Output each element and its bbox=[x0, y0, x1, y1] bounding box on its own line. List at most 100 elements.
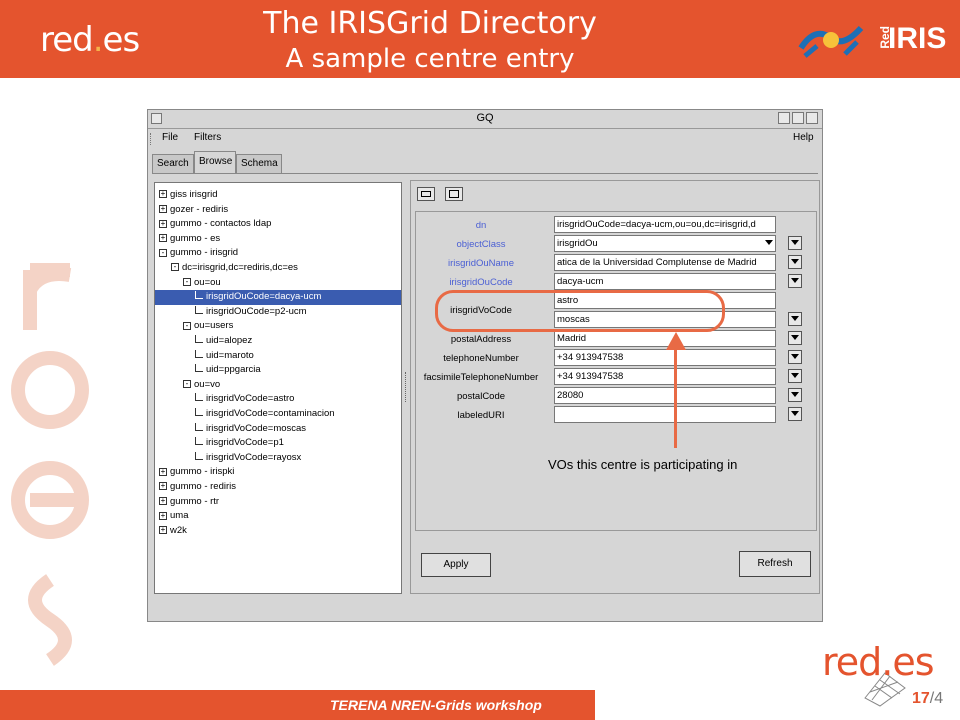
tree-item-label: uid=ppgarcia bbox=[206, 364, 261, 376]
slide-title: The IRISGrid Directory bbox=[263, 6, 597, 41]
postalcode-dropdown-button[interactable] bbox=[788, 388, 802, 402]
telephonenumber-dropdown-button[interactable] bbox=[788, 350, 802, 364]
tree-item[interactable]: irisgridVoCode=astro bbox=[195, 392, 294, 407]
objectclass-dropdown-button[interactable] bbox=[788, 236, 802, 250]
tree-item-label: gummo - es bbox=[170, 232, 221, 244]
tree-item[interactable]: + giss irisgrid bbox=[159, 188, 218, 203]
window-titlebar: GQ bbox=[148, 110, 822, 129]
tree-item-label: ou=ou bbox=[194, 276, 221, 288]
tab-browse[interactable]: Browse bbox=[194, 151, 236, 173]
collapse-minus-icon[interactable]: - bbox=[171, 263, 179, 272]
rediris-symbol-icon bbox=[798, 25, 864, 58]
tree-item[interactable]: + gozer - rediris bbox=[159, 203, 228, 218]
tree-item-selected[interactable]: irisgridOuCode=dacya-ucm bbox=[155, 290, 401, 305]
tree-item[interactable]: uid=ppgarcia bbox=[195, 363, 261, 378]
expand-plus-icon[interactable]: + bbox=[159, 497, 167, 506]
irisgridoucode-field[interactable]: dacya-ucm bbox=[554, 273, 776, 290]
objectclass-select[interactable]: irisgridOu bbox=[554, 235, 776, 252]
postaladdress-dropdown-button[interactable] bbox=[788, 331, 802, 345]
tree-item[interactable]: irisgridVoCode=p1 bbox=[195, 436, 284, 451]
postaladdress-field[interactable]: Madrid bbox=[554, 330, 776, 347]
collapse-minus-icon[interactable]: - bbox=[183, 321, 191, 330]
attr-label-dn: dn bbox=[475, 220, 487, 231]
tree-item-label: gummo - rediris bbox=[170, 481, 236, 492]
browse-tree[interactable]: + giss irisgrid + gozer - rediris + gummo - c… bbox=[154, 182, 402, 594]
maximize-icon[interactable] bbox=[792, 112, 804, 124]
rectangle-icon bbox=[421, 191, 431, 197]
tab-search[interactable]: Search bbox=[152, 154, 194, 173]
tree-item[interactable]: uid=alopez bbox=[195, 334, 252, 349]
irisgridouname-dropdown-button[interactable] bbox=[788, 255, 802, 269]
tree-item-label: giss irisgrid bbox=[170, 189, 218, 200]
tree-item[interactable]: + w2k bbox=[159, 524, 187, 539]
tree-item[interactable]: + gummo - rediris bbox=[159, 480, 236, 495]
labeleduri-field[interactable] bbox=[554, 406, 776, 423]
telephonenumber-field[interactable]: +34 913947538 bbox=[554, 349, 776, 366]
tree-item[interactable]: irisgridOuCode=p2-ucm bbox=[195, 305, 307, 320]
tree-item[interactable]: + uma bbox=[159, 509, 188, 524]
refresh-button[interactable]: Refresh bbox=[739, 551, 811, 577]
facsimiletelephonenumber-field[interactable]: +34 913947538 bbox=[554, 368, 776, 385]
menu-file[interactable]: File bbox=[162, 132, 178, 143]
attr-label-objectclass: objectClass bbox=[456, 239, 506, 250]
close-icon[interactable] bbox=[806, 112, 818, 124]
tree-item[interactable]: - dc=irisgrid,dc=rediris,dc=es bbox=[171, 261, 298, 276]
attr-label-irisgridoucode: irisgridOuCode bbox=[449, 277, 513, 288]
expand-plus-icon[interactable]: + bbox=[159, 190, 167, 199]
attr-label-telephonenumber: telephoneNumber bbox=[443, 353, 519, 364]
tree-item[interactable]: + gummo - contactos ldap bbox=[159, 217, 271, 232]
gq-window: GQ File Filters Help Search Browse Schem… bbox=[147, 109, 823, 622]
tree-item-label: dc=irisgrid,dc=rediris,dc=es bbox=[182, 262, 298, 273]
tree-item-label: gummo - irispki bbox=[170, 466, 235, 478]
expand-plus-icon[interactable]: + bbox=[159, 219, 167, 228]
irisgridoucode-dropdown-button[interactable] bbox=[788, 274, 802, 288]
tree-item-label: uid=alopez bbox=[206, 335, 253, 346]
postalcode-field[interactable]: 28080 bbox=[554, 387, 776, 404]
tree-item-label: gummo - rtr bbox=[170, 495, 220, 507]
irisgridvocode-dropdown-button[interactable] bbox=[788, 312, 802, 326]
tree-item[interactable]: uid=maroto bbox=[195, 349, 254, 364]
tree-item-label: gummo - irisgrid bbox=[170, 247, 239, 259]
dn-field[interactable]: irisgridOuCode=dacya-ucm,ou=ou,dc=irisgr… bbox=[554, 216, 776, 233]
attribute-form: dn irisgridOuCode=dacya-ucm,ou=ou,dc=iri… bbox=[415, 211, 817, 531]
view-mode-a-button[interactable] bbox=[417, 187, 435, 201]
tree-item[interactable]: + gummo - irispki bbox=[159, 465, 234, 480]
tree-leaf-icon bbox=[195, 291, 203, 300]
chevron-down-icon[interactable] bbox=[763, 237, 775, 249]
expand-plus-icon[interactable]: + bbox=[159, 467, 167, 476]
expand-plus-icon[interactable]: + bbox=[159, 511, 167, 520]
tab-schema[interactable]: Schema bbox=[236, 154, 282, 173]
tree-item-label: irisgridVoCode=moscas bbox=[206, 422, 307, 434]
collapse-minus-icon[interactable]: - bbox=[183, 278, 191, 287]
view-mode-b-button[interactable] bbox=[445, 187, 463, 201]
tree-item[interactable]: - ou=ou bbox=[183, 276, 221, 291]
expand-plus-icon[interactable]: + bbox=[159, 205, 167, 214]
tree-item[interactable]: irisgridVoCode=moscas bbox=[195, 422, 306, 437]
tree-item[interactable]: + gummo - es bbox=[159, 232, 220, 247]
tree-item[interactable]: irisgridVoCode=contaminacion bbox=[195, 407, 335, 422]
tree-leaf-icon bbox=[195, 364, 203, 373]
tree-leaf-icon bbox=[195, 349, 203, 358]
tree-item[interactable]: + gummo - rtr bbox=[159, 495, 219, 510]
tree-item[interactable]: - ou=users bbox=[183, 319, 233, 334]
expand-plus-icon[interactable]: + bbox=[159, 526, 167, 535]
tree-item[interactable]: - ou=vo bbox=[183, 378, 220, 393]
collapse-minus-icon[interactable]: - bbox=[183, 380, 191, 389]
minimize-icon[interactable] bbox=[778, 112, 790, 124]
tree-leaf-icon bbox=[195, 335, 203, 343]
tree-item[interactable]: irisgridVoCode=rayosx bbox=[195, 451, 301, 466]
menu-filters[interactable]: Filters bbox=[194, 132, 221, 143]
facsimile-dropdown-button[interactable] bbox=[788, 369, 802, 383]
expand-plus-icon[interactable]: + bbox=[159, 234, 167, 243]
irisgridouname-field[interactable]: atica de la Universidad Complutense de M… bbox=[554, 254, 776, 271]
expand-plus-icon[interactable]: + bbox=[159, 482, 167, 491]
collapse-minus-icon[interactable]: - bbox=[159, 248, 167, 257]
labeleduri-dropdown-button[interactable] bbox=[788, 407, 802, 421]
apply-button[interactable]: Apply bbox=[421, 553, 491, 577]
tree-leaf-icon bbox=[195, 422, 203, 431]
tree-item-label: w2k bbox=[170, 524, 187, 536]
menu-help[interactable]: Help bbox=[793, 132, 814, 143]
attr-label-postaladdress: postalAddress bbox=[450, 334, 512, 345]
annotation-arrow-head-icon bbox=[666, 332, 686, 350]
tree-item[interactable]: - gummo - irisgrid bbox=[159, 246, 238, 261]
